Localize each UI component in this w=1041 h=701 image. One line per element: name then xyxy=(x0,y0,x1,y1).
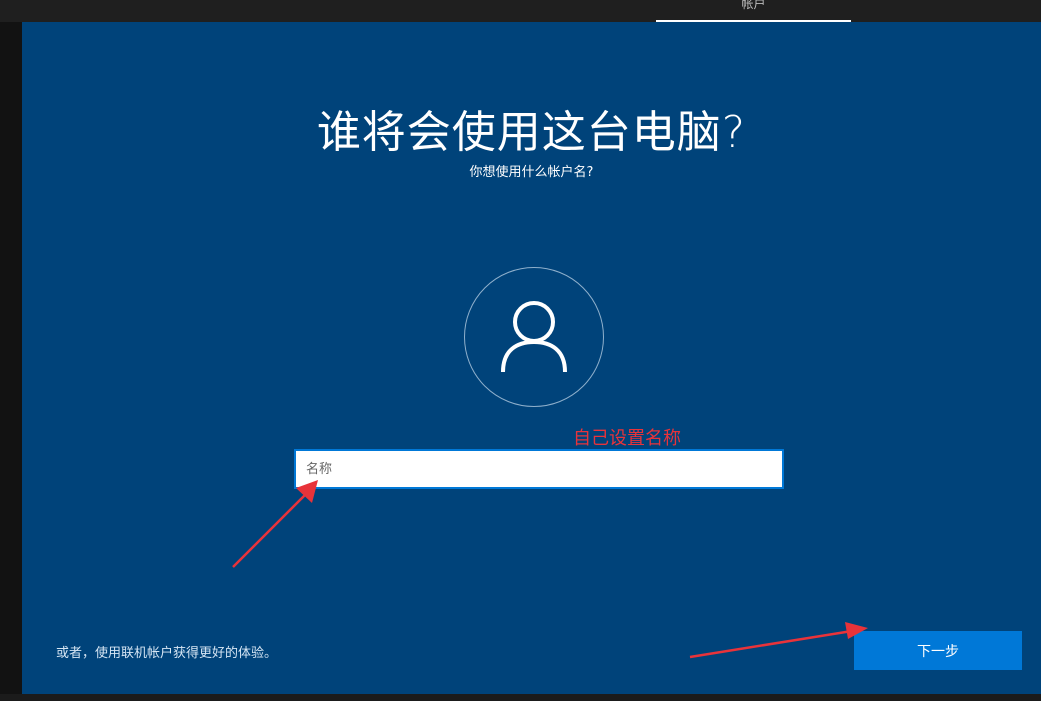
annotation-arrows xyxy=(232,480,868,659)
bottom-edge-bar xyxy=(0,694,1041,701)
arrow-to-next-button xyxy=(689,622,868,659)
arrow-to-input xyxy=(232,480,318,568)
